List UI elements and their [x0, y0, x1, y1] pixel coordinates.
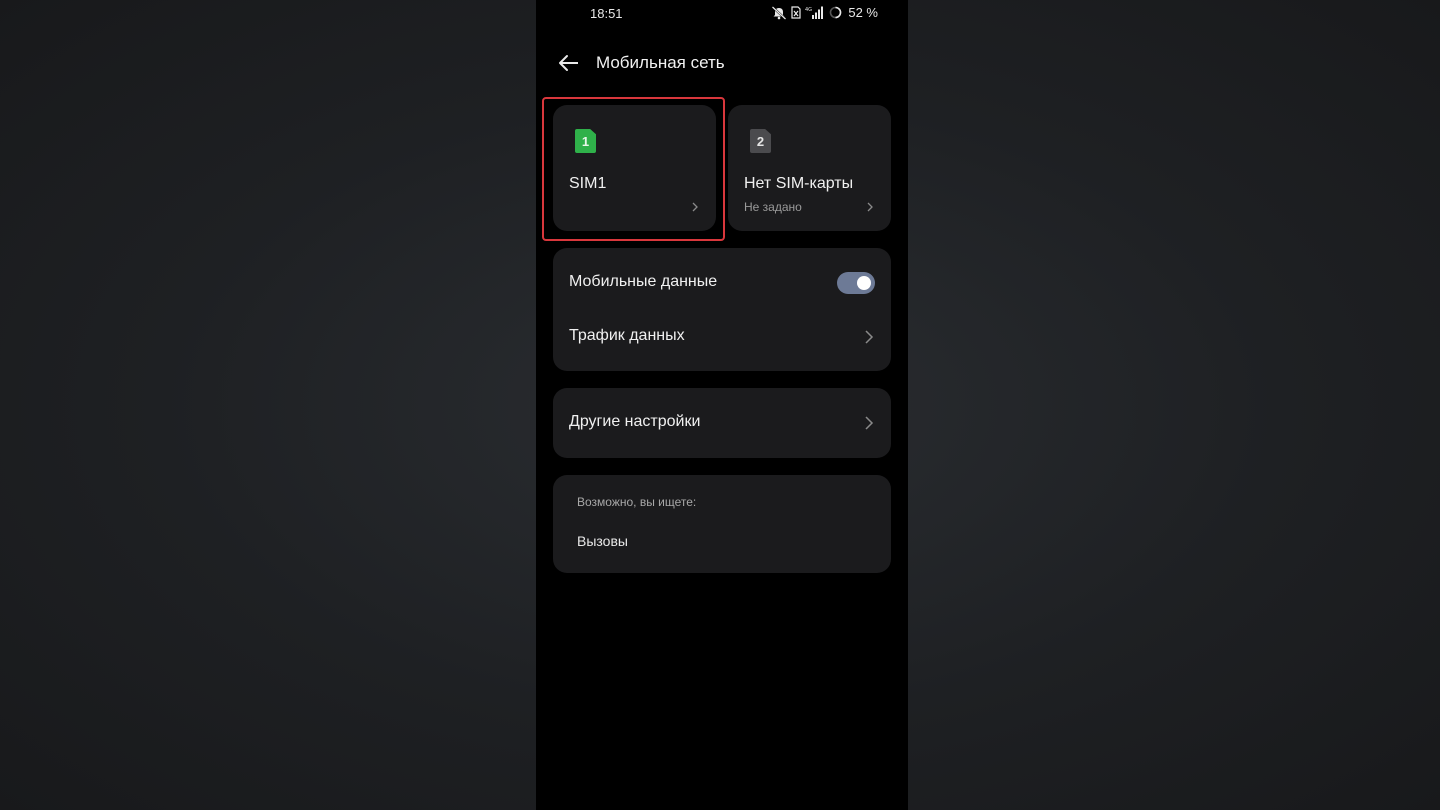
- svg-text:4G: 4G: [805, 7, 812, 13]
- suggestions-heading: Возможно, вы ищете:: [577, 495, 697, 509]
- sim-1-icon: 1: [575, 129, 596, 153]
- data-traffic-label: Трафик данных: [569, 327, 685, 344]
- other-settings-label: Другие настройки: [569, 413, 701, 430]
- mobile-data-label: Мобильные данные: [569, 273, 718, 290]
- page-title: Мобильная сеть: [596, 53, 725, 72]
- phone-screen: 18:51 4G 52 % Мобильная сеть 1 SIM1 2 Не…: [536, 0, 908, 810]
- chevron-right-icon: [692, 202, 698, 212]
- no-sim-icon: [791, 6, 801, 19]
- sim2-card[interactable]: 2 Нет SIM-карты Не задано: [728, 105, 891, 231]
- suggestion-calls-link[interactable]: Вызовы: [577, 533, 628, 549]
- sim-2-icon: 2: [750, 129, 771, 153]
- suggestions-card: Возможно, вы ищете: Вызовы: [553, 475, 891, 573]
- sim2-subtitle: Не задано: [744, 200, 802, 214]
- signal-icon: 4G: [805, 6, 825, 19]
- mobile-data-card: Мобильные данные Трафик данных: [553, 248, 891, 371]
- status-bar: 18:51 4G 52 %: [536, 0, 908, 26]
- silent-icon: [771, 5, 787, 20]
- chevron-right-icon: [865, 330, 874, 344]
- toggle-knob: [857, 276, 871, 290]
- page-header: Мобильная сеть: [536, 44, 908, 82]
- sim1-title: SIM1: [569, 175, 607, 192]
- back-button[interactable]: [556, 50, 582, 76]
- chevron-right-icon: [865, 416, 874, 430]
- mobile-data-toggle[interactable]: [837, 272, 875, 294]
- battery-icon: [829, 6, 842, 19]
- sim2-title: Нет SIM-карты: [744, 175, 854, 192]
- sim1-card[interactable]: 1 SIM1: [553, 105, 716, 231]
- data-traffic-row[interactable]: Трафик данных: [553, 312, 891, 362]
- battery-percent: 52 %: [848, 5, 878, 20]
- arrow-left-icon: [559, 55, 578, 71]
- other-settings-card: Другие настройки: [553, 388, 891, 458]
- other-settings-row[interactable]: Другие настройки: [553, 398, 891, 448]
- chevron-right-icon: [867, 202, 873, 212]
- status-time: 18:51: [590, 6, 623, 21]
- status-icons: 4G 52 %: [771, 5, 878, 20]
